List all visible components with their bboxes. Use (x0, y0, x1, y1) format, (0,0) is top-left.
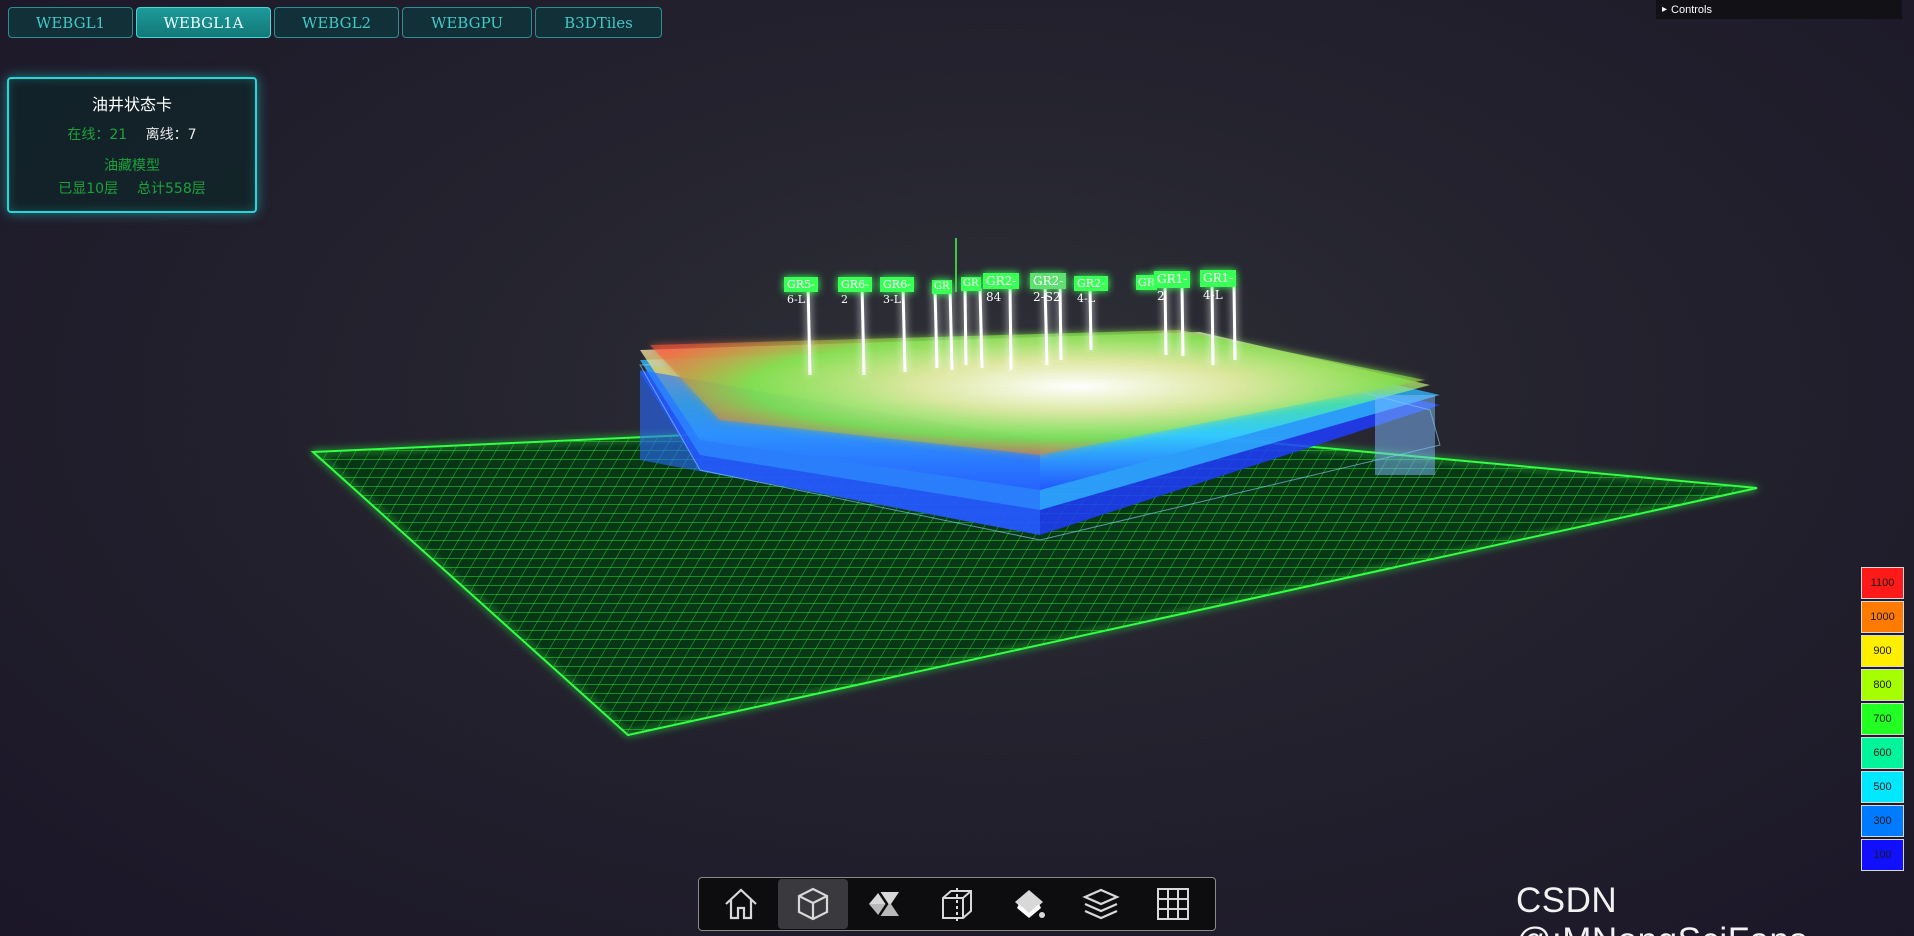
cube-icon (797, 887, 829, 921)
total-layers: 总计558层 (137, 181, 206, 197)
online-count: 在线：21 (67, 127, 128, 143)
color-legend: 1100 1000 900 800 700 600 500 300 100 (1861, 567, 1904, 873)
well-label[interactable]: GR (932, 280, 952, 294)
well-label[interactable]: GR1-4-L (1200, 270, 1237, 302)
well-label[interactable]: GR (961, 277, 981, 291)
home-button[interactable] (706, 879, 776, 929)
tab-webgl2[interactable]: WEBGL2 (274, 7, 399, 38)
watermark: CSDN @:MNongSciFans (1516, 881, 1807, 936)
shown-layers: 已显10层 (58, 181, 119, 197)
legend-item: 100 (1861, 839, 1904, 871)
legend-item: 800 (1861, 669, 1904, 701)
home-icon (725, 888, 757, 920)
well-label[interactable]: GR6-3-L (880, 277, 914, 306)
paint-bucket-button[interactable] (994, 879, 1064, 929)
controls-toggle[interactable]: ▸ Controls (1656, 0, 1902, 19)
tab-b3dtiles[interactable]: B3DTiles (535, 7, 662, 38)
grid-button[interactable] (1138, 879, 1208, 929)
tab-webgl1[interactable]: WEBGL1 (8, 7, 133, 38)
card-title: 油井状态卡 (91, 95, 172, 114)
well-label[interactable]: GR1-2 (1154, 271, 1191, 303)
legend-item: 900 (1861, 635, 1904, 667)
card-status-row: 在线：21 离线：7 (9, 124, 255, 144)
well-label[interactable]: GR2-2-S2 (1030, 273, 1067, 304)
layers-icon (1082, 888, 1120, 920)
legend-item: 300 (1861, 805, 1904, 837)
legend-item: 700 (1861, 703, 1904, 735)
well-label[interactable]: GR6-2 (838, 277, 872, 306)
well-label[interactable]: GR5-6-L (784, 277, 818, 306)
legend-item: 600 (1861, 737, 1904, 769)
legend-item: 500 (1861, 771, 1904, 803)
section-icon (869, 891, 899, 917)
box-clip-button[interactable] (922, 879, 992, 929)
paint-bucket-icon (1015, 890, 1045, 918)
offline-count: 离线：7 (145, 127, 197, 143)
model-label: 油藏模型 (104, 158, 160, 174)
tab-webgpu[interactable]: WEBGPU (402, 7, 532, 38)
grid-icon (1157, 888, 1189, 920)
reservoir-3d-viewport[interactable] (0, 0, 1914, 936)
legend-item: 1000 (1861, 601, 1904, 633)
cube-view-button[interactable] (778, 879, 848, 929)
chevron-right-icon: ▸ (1662, 4, 1668, 15)
box-clip-icon (942, 888, 972, 922)
well-status-card: 油井状态卡 在线：21 离线：7 油藏模型 已显10层 总计558层 (7, 77, 257, 213)
legend-item: 1100 (1861, 567, 1904, 599)
tab-webgl1a[interactable]: WEBGL1A (136, 7, 271, 38)
view-toolbar (698, 877, 1216, 931)
well-label[interactable]: GR2-84 (983, 273, 1020, 304)
layer-count-row: 已显10层 总计558层 (9, 178, 255, 198)
section-button[interactable] (850, 879, 920, 929)
well-label[interactable]: GR2-4-L (1074, 276, 1108, 305)
renderer-tabs: WEBGL1 WEBGL1A WEBGL2 WEBGPU B3DTiles (8, 7, 662, 38)
controls-label: Controls (1671, 3, 1712, 16)
layers-button[interactable] (1066, 879, 1136, 929)
